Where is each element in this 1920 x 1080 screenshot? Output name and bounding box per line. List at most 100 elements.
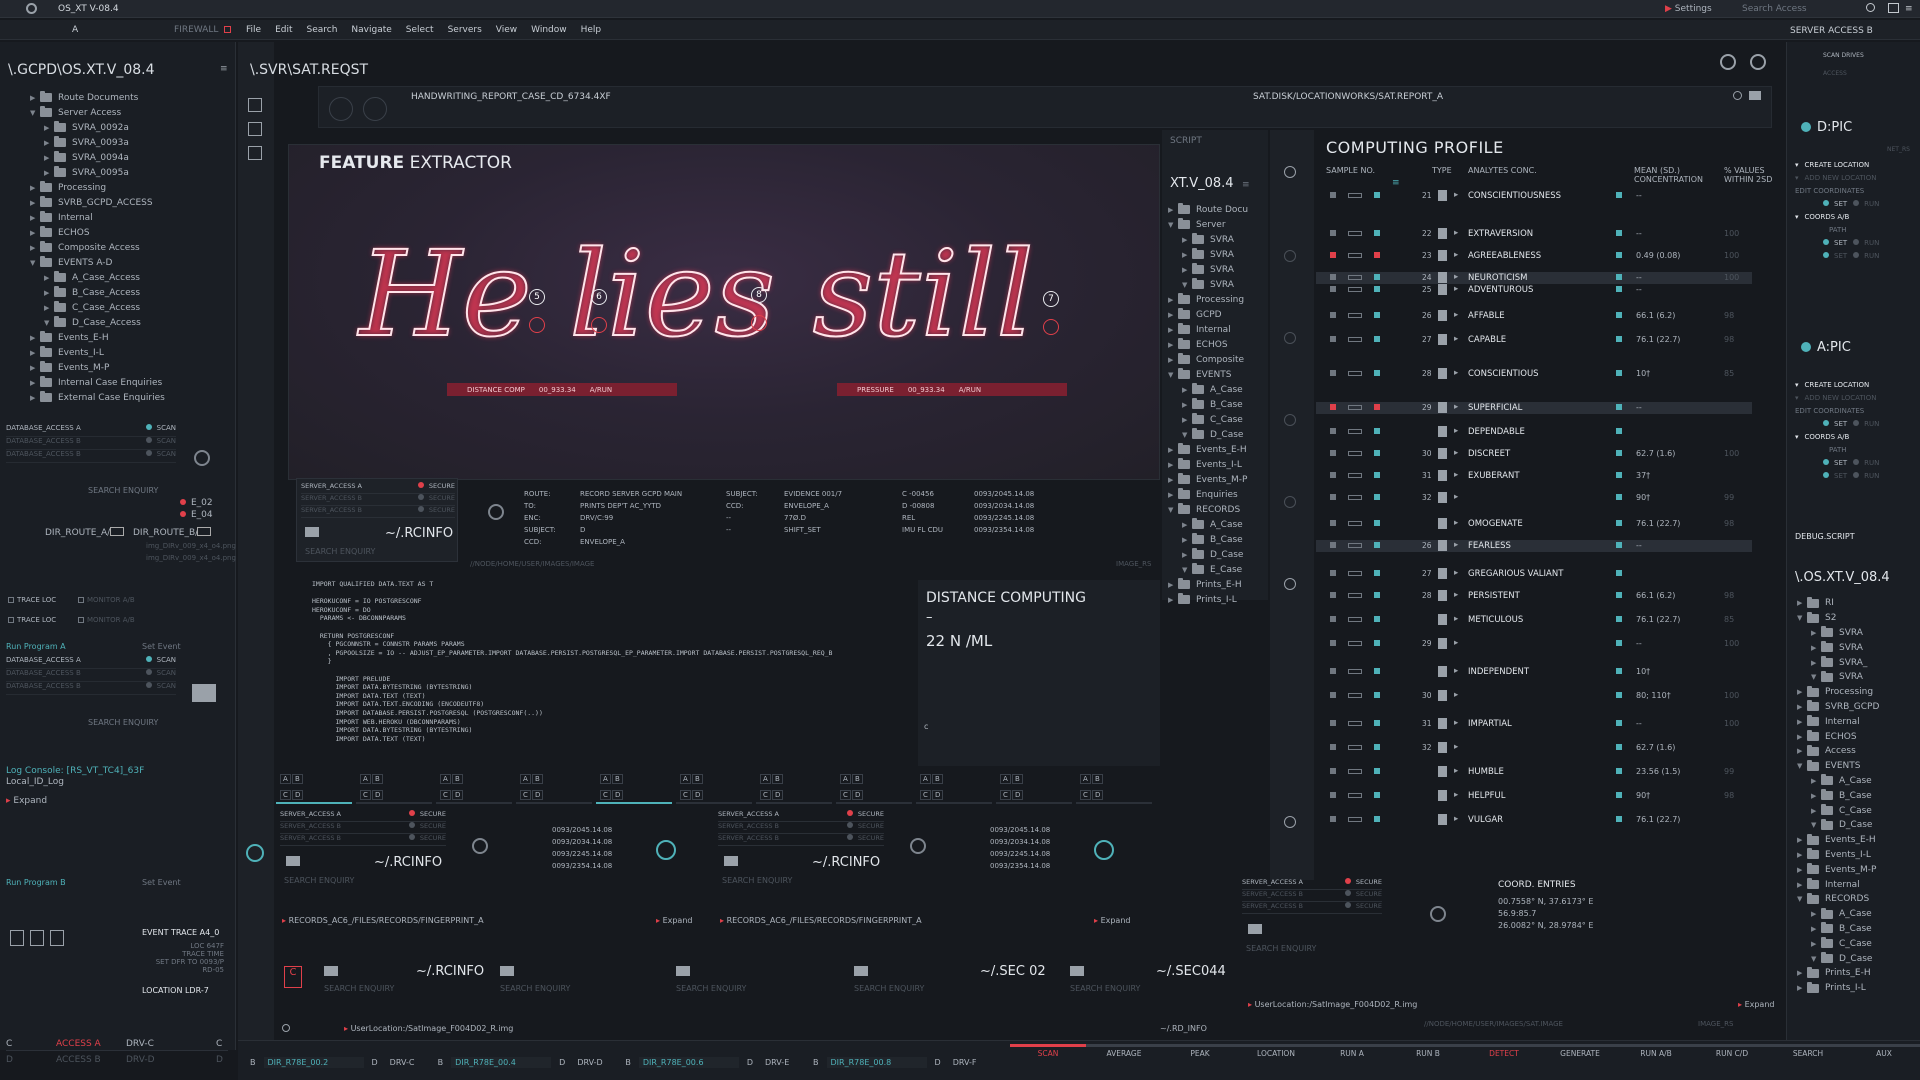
search-access-link[interactable]: Search Access xyxy=(1742,4,1807,14)
tab-letter[interactable]: D xyxy=(852,790,864,800)
menu-item-help[interactable]: Help xyxy=(581,25,602,35)
run-radio[interactable]: RUN xyxy=(1853,238,1879,247)
analyte-check[interactable] xyxy=(1616,768,1622,774)
log-console[interactable]: Log Console: [RS_VT_TC4]_63F xyxy=(6,766,144,776)
chevron-right-icon[interactable]: ▶ xyxy=(1168,341,1178,349)
shield-icon[interactable] xyxy=(1284,166,1296,178)
chevron-right-icon[interactable]: ▶ xyxy=(44,274,54,282)
upload-icon[interactable] xyxy=(50,930,64,946)
tree-item[interactable]: ▼ Server xyxy=(1168,217,1268,232)
tree-item[interactable]: ▶ Events_M-P xyxy=(30,360,230,375)
chevron-right-icon[interactable]: ▶ xyxy=(1811,940,1821,948)
analyte-check[interactable] xyxy=(1616,472,1622,478)
ab-tab-group[interactable]: ABCD xyxy=(516,770,592,804)
rd-info[interactable]: ~/.RD_INFO xyxy=(1160,1024,1207,1033)
drive-letter[interactable]: D xyxy=(368,1057,382,1068)
trace-row-2[interactable]: TRACE LOC xyxy=(8,616,56,624)
drive-name[interactable]: DRV-C xyxy=(386,1057,430,1068)
chevron-right-icon[interactable]: ▶ xyxy=(30,199,40,207)
tab-letter[interactable]: D xyxy=(612,790,624,800)
profile-row[interactable]: 30 ▸ DISCREET 62.7 (1.6) 100 xyxy=(1316,448,1752,460)
folder-icon[interactable] xyxy=(500,966,514,976)
analyte-check[interactable] xyxy=(1616,336,1622,342)
drive-letter[interactable]: B xyxy=(809,1057,823,1068)
target-icon[interactable] xyxy=(363,97,387,121)
play-icon[interactable]: ▸ xyxy=(1454,334,1458,344)
menu-item-search[interactable]: Search xyxy=(307,25,338,35)
search-icon[interactable] xyxy=(488,504,504,520)
tab-letter[interactable]: A xyxy=(280,774,291,784)
select-checkbox[interactable] xyxy=(1330,450,1336,456)
chevron-right-icon[interactable]: ▶ xyxy=(1811,629,1821,637)
firewall-indicator[interactable] xyxy=(224,26,231,33)
chevron-right-icon[interactable]: ▶ xyxy=(1797,718,1807,726)
shield-icon[interactable] xyxy=(246,844,264,862)
set-radio[interactable]: SET xyxy=(1823,199,1847,208)
tree-item[interactable]: ▶ Events_E-H xyxy=(1168,442,1268,457)
chevron-right-icon[interactable]: ▶ xyxy=(1797,969,1807,977)
chevron-right-icon[interactable]: ▶ xyxy=(1168,311,1178,319)
marker-badge[interactable]: 8 xyxy=(751,287,767,303)
tab-letter[interactable]: D xyxy=(372,790,384,800)
tree-item[interactable]: ▼ RECORDS xyxy=(1168,502,1268,517)
profile-row[interactable]: 31 ▸ IMPARTIAL -- 100 xyxy=(1316,718,1752,730)
tree-item[interactable]: ▶ Composite xyxy=(1168,352,1268,367)
profile-row[interactable]: 29 ▸ SUPERFICIAL -- xyxy=(1316,402,1752,414)
chevron-right-icon[interactable]: ▶ xyxy=(1811,777,1821,785)
tab-letter[interactable]: C xyxy=(840,790,851,800)
access-a-row[interactable]: C ACCESS A DRV-C C xyxy=(6,1038,228,1051)
shield-icon[interactable] xyxy=(1284,496,1296,508)
set-event-2[interactable]: Set Event xyxy=(142,878,181,887)
scan-label[interactable]: SCAN xyxy=(145,450,176,462)
secure-row[interactable]: SERVER_ACCESS A SECURE xyxy=(301,482,455,494)
set-run[interactable]: SET RUN xyxy=(1795,236,1915,249)
analyte-check[interactable] xyxy=(1616,312,1622,318)
play-icon[interactable]: ▸ xyxy=(1454,272,1458,282)
toggle-icon[interactable] xyxy=(1348,571,1362,576)
play-icon[interactable]: ▸ xyxy=(1454,568,1458,578)
tab-letter[interactable]: D xyxy=(1092,790,1104,800)
chevron-right-icon[interactable]: ▶ xyxy=(1182,236,1192,244)
chevron-down-icon[interactable]: ▼ xyxy=(1182,281,1192,289)
tree-item[interactable]: ▶ A_Case xyxy=(1168,382,1268,397)
list-icon[interactable]: ≡ xyxy=(220,64,228,74)
action-average[interactable]: AVERAGE xyxy=(1086,1044,1162,1058)
chevron-down-icon[interactable]: ▾ xyxy=(1795,174,1799,182)
tree-item[interactable]: ▶ Events_E-H xyxy=(30,330,230,345)
profile-row[interactable]: 23 ▸ AGREEABLENESS 0.49 (0.08) 100 xyxy=(1316,250,1752,262)
tree-item[interactable]: ▶ Internal xyxy=(1797,714,1917,729)
toggle-icon[interactable] xyxy=(1348,641,1362,646)
select-checkbox[interactable] xyxy=(1330,192,1336,198)
tree-item[interactable]: ▶ Processing xyxy=(30,180,230,195)
tree-item[interactable]: ▶ B_Case xyxy=(1797,788,1917,803)
tree-item[interactable]: ▶ Prints_I-L xyxy=(1168,592,1268,607)
profile-row[interactable]: 28 ▸ CONSCIENTIOUS 10† 85 xyxy=(1316,368,1752,380)
ab-tab-group[interactable]: ABCD xyxy=(436,770,512,804)
select-checkbox[interactable] xyxy=(1330,816,1336,822)
tree-item[interactable]: ▼ EVENTS xyxy=(1797,759,1917,774)
drive-name[interactable]: DRV-E xyxy=(761,1057,805,1068)
target-icon[interactable] xyxy=(329,97,353,121)
tab-letter[interactable]: C xyxy=(600,790,611,800)
select-checkbox[interactable] xyxy=(1330,336,1336,342)
profile-row[interactable]: 32 ▸ 62.7 (1.6) xyxy=(1316,742,1752,754)
coords-ab[interactable]: ▾ COORDS A/B xyxy=(1795,210,1915,223)
chevron-right-icon[interactable]: ▶ xyxy=(1797,733,1807,741)
tab-letter[interactable]: C xyxy=(440,790,451,800)
list-icon[interactable]: ≡ xyxy=(1242,180,1250,190)
analyte-check[interactable] xyxy=(1616,428,1622,434)
tree-item[interactable]: ▶ A_Case xyxy=(1168,517,1268,532)
drive-path[interactable]: DIR_R78E_00.8 xyxy=(826,1057,927,1068)
menu-item-edit[interactable]: Edit xyxy=(275,25,292,35)
chevron-right-icon[interactable]: ▶ xyxy=(1182,251,1192,259)
profile-row[interactable]: ▸ METICULOUS 76.1 (22.7) 85 xyxy=(1316,614,1752,626)
action-scan[interactable]: SCAN xyxy=(1010,1044,1086,1058)
play-icon[interactable]: ▸ xyxy=(1454,448,1458,458)
play-icon[interactable]: ▸ xyxy=(1454,368,1458,378)
chevron-right-icon[interactable]: ▶ xyxy=(1797,599,1807,607)
chevron-down-icon[interactable]: ▼ xyxy=(1168,506,1178,514)
search-enquiry-label[interactable]: SEARCH ENQUIRY xyxy=(722,876,792,885)
monitor-row-1[interactable]: MONITOR A/B xyxy=(78,596,135,604)
select-checkbox[interactable] xyxy=(1330,404,1336,410)
analyte-check[interactable] xyxy=(1616,494,1622,500)
